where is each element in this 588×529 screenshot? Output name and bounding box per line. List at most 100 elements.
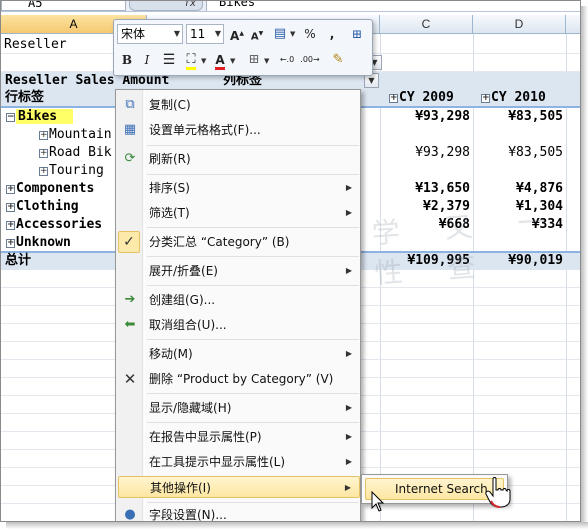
mini-toolbar: 宋体 ▼ 11 ▼ A▲ A▼ ▤ ▼ % , ⊞ B I ☰ ⛶ ▼ A ▼ ⊞ … xyxy=(113,19,373,76)
menu-separator xyxy=(147,393,359,394)
ungroup-arrow-icon: ⬅ xyxy=(124,317,136,332)
menu-item-sort[interactable]: 排序(S) ▶ xyxy=(118,177,360,199)
submenu-arrow-icon: ▶ xyxy=(345,349,352,358)
pivot-row-total[interactable]: 总计 xyxy=(5,252,31,270)
submenu-arrow-icon: ▶ xyxy=(345,208,352,217)
expand-icon[interactable]: + xyxy=(6,239,15,248)
submenu-arrow-icon: ▶ xyxy=(345,183,352,192)
window-shadow xyxy=(6,522,588,529)
comma-button[interactable]: , xyxy=(322,24,342,44)
pivot-cell[interactable]: ¥93,298 xyxy=(381,108,470,126)
font-name-box[interactable]: 宋体 ▼ xyxy=(117,24,183,44)
submenu-arrow-icon: ▶ xyxy=(345,266,352,275)
column-header-e[interactable] xyxy=(566,15,580,34)
pivot-row-clothing[interactable]: +Clothing xyxy=(6,198,79,216)
pivot-filter-label: Reseller xyxy=(4,37,67,52)
menu-item-internet-search[interactable]: Internet Search xyxy=(365,478,504,500)
shrink-font-icon[interactable]: A▼ xyxy=(247,24,267,44)
expand-icon[interactable]: + xyxy=(6,185,15,194)
menu-item-ungroup[interactable]: ⬅ 取消组合(U)... xyxy=(118,314,360,336)
italic-button[interactable]: I xyxy=(137,50,157,70)
menu-item-props-tooltip[interactable]: 在工具提示中显示属性(L) ▶ xyxy=(118,451,360,473)
column-header-c[interactable]: C xyxy=(380,15,473,34)
pivot-cell[interactable]: ¥93,298 xyxy=(381,144,470,162)
decrease-decimal-icon[interactable]: .00→ xyxy=(300,50,320,70)
context-menu: ⧉ 复制(C) ▦ 设置单元格格式(F)... ⟳ 刷新(R) 排序(S) ▶ 筛选(T… xyxy=(115,89,361,521)
menu-item-format-cells[interactable]: ▦ 设置单元格格式(F)... xyxy=(118,119,360,141)
format-cells-icon: ▦ xyxy=(123,122,137,137)
menu-item-show-hide[interactable]: 显示/隐藏域(H) ▶ xyxy=(118,397,360,419)
menu-separator xyxy=(147,422,359,423)
chevron-down-icon[interactable]: ▼ xyxy=(230,57,235,65)
pivot-cell[interactable]: ¥83,505 xyxy=(474,108,563,126)
menu-separator xyxy=(147,285,359,286)
pivot-cell[interactable]: ¥13,650 xyxy=(381,180,470,198)
fill-color-icon[interactable]: ⛶ xyxy=(181,50,201,70)
pivot-row-accessories[interactable]: +Accessories xyxy=(6,216,102,234)
expand-icon[interactable]: + xyxy=(39,167,48,176)
chevron-down-icon[interactable]: ▼ xyxy=(290,30,295,38)
pivot-row-touring[interactable]: +Touring xyxy=(39,162,104,180)
copy-icon: ⧉ xyxy=(125,97,135,112)
arrow-cursor-icon xyxy=(371,491,385,512)
accounting-format-icon[interactable]: ▤ xyxy=(270,24,290,44)
menu-item-refresh[interactable]: ⟳ 刷新(R) xyxy=(118,148,360,170)
grow-font-icon[interactable]: A▲ xyxy=(227,24,247,44)
collapse-icon[interactable]: − xyxy=(6,113,15,122)
submenu-arrow-icon: ▶ xyxy=(344,483,351,492)
expand-icon[interactable]: + xyxy=(481,94,490,103)
pivot-col-cy2010[interactable]: +CY 2010 xyxy=(481,89,546,107)
bold-button[interactable]: B xyxy=(117,50,137,70)
borders-icon[interactable]: ⊞ xyxy=(244,50,264,70)
menu-item-copy[interactable]: ⧉ 复制(C) xyxy=(118,94,360,116)
submenu-arrow-icon: ▶ xyxy=(345,457,352,466)
menu-item-expand-collapse[interactable]: 展开/折叠(E) ▶ xyxy=(118,260,360,282)
pivot-row-bikes[interactable]: − Bikes xyxy=(6,108,74,126)
excel-window: A5 fx Bikes A B C D Reseller ▼ Reseller … xyxy=(0,0,581,522)
menu-separator xyxy=(147,502,359,503)
expand-icon[interactable]: + xyxy=(6,203,15,212)
menu-item-field-settings[interactable]: ● 字段设置(N)... xyxy=(118,504,360,521)
chevron-down-icon[interactable]: ▼ xyxy=(201,57,206,65)
menu-item-subtotal[interactable]: 分类汇总 “Category” (B) xyxy=(118,231,360,253)
menu-separator xyxy=(147,145,359,146)
menu-separator xyxy=(147,227,359,228)
pivot-cell[interactable]: ¥83,505 xyxy=(474,144,563,162)
formula-input[interactable]: Bikes xyxy=(206,1,580,11)
increase-decimal-icon[interactable]: ←.0 xyxy=(277,50,297,70)
menu-item-group[interactable]: ➔ 创建组(G)... xyxy=(118,289,360,311)
pivot-row-mountain[interactable]: +Mountain xyxy=(39,126,112,144)
menu-item-filter[interactable]: 筛选(T) ▶ xyxy=(118,202,360,224)
menu-item-move[interactable]: 移动(M) ▶ xyxy=(118,343,360,365)
menu-item-props-report[interactable]: 在报告中显示属性(P) ▶ xyxy=(118,426,360,448)
pivot-row-components[interactable]: +Components xyxy=(6,180,94,198)
expand-icon[interactable]: + xyxy=(39,149,48,158)
pivot-row-road[interactable]: +Road Bik xyxy=(39,144,112,162)
fx-icon[interactable]: fx xyxy=(129,1,203,11)
menu-item-other-actions[interactable]: 其他操作(I) ▶ xyxy=(118,476,360,498)
menu-item-delete[interactable]: ✕ 删除 “Product by Category” (V) xyxy=(118,368,360,390)
submenu-arrow-icon: ▶ xyxy=(345,403,352,412)
merge-cells-icon[interactable]: ⊞ xyxy=(347,24,367,44)
menu-separator xyxy=(147,256,359,257)
font-size-box[interactable]: 11 ▼ xyxy=(186,24,224,44)
menu-separator xyxy=(147,339,359,340)
chevron-down-icon[interactable]: ▼ xyxy=(264,57,269,65)
group-arrow-icon: ➔ xyxy=(124,292,136,307)
refresh-icon: ⟳ xyxy=(124,151,136,166)
format-painter-icon[interactable]: ✎ xyxy=(328,50,348,70)
percent-button[interactable]: % xyxy=(300,24,320,44)
expand-icon[interactable]: + xyxy=(39,131,48,140)
window-shadow xyxy=(581,6,588,529)
pivot-row-labels: 行标签 xyxy=(5,90,45,105)
pivot-row-unknown[interactable]: +Unknown xyxy=(6,234,71,252)
expand-icon[interactable]: + xyxy=(389,94,398,103)
pivot-col-cy2009[interactable]: +CY 2009 xyxy=(389,89,454,107)
align-center-icon[interactable]: ☰ xyxy=(159,50,179,70)
column-header-d[interactable]: D xyxy=(473,15,566,34)
font-color-button[interactable]: A xyxy=(210,50,230,70)
delete-x-icon: ✕ xyxy=(123,370,137,388)
name-box[interactable]: A5 xyxy=(1,1,126,11)
pivot-cell[interactable]: ¥4,876 xyxy=(474,180,563,198)
expand-icon[interactable]: + xyxy=(6,221,15,230)
